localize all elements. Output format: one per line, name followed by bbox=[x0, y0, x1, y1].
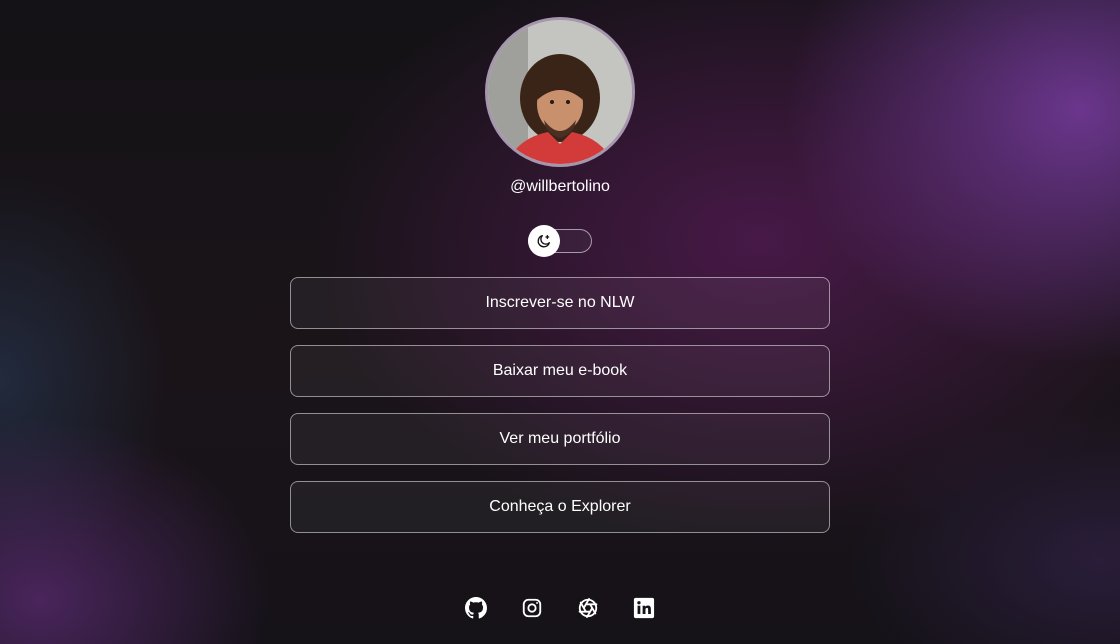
list-item: Conheça o Explorer bbox=[290, 481, 830, 533]
link-button-portfolio[interactable]: Ver meu portfólio bbox=[290, 413, 830, 465]
linkedin-link[interactable] bbox=[632, 596, 656, 620]
link-button-ebook[interactable]: Baixar meu e-book bbox=[290, 345, 830, 397]
social-links bbox=[0, 596, 1120, 620]
link-button-explorer[interactable]: Conheça o Explorer bbox=[290, 481, 830, 533]
moon-stars-icon bbox=[537, 235, 550, 248]
username: @willbertolino bbox=[510, 178, 610, 195]
list-item: Baixar meu e-book bbox=[290, 345, 830, 397]
github-icon bbox=[465, 597, 487, 619]
aperture-link[interactable] bbox=[576, 596, 600, 620]
linkedin-icon bbox=[633, 597, 655, 619]
instagram-link[interactable] bbox=[520, 596, 544, 620]
list-item: Inscrever-se no NLW bbox=[290, 277, 830, 329]
theme-switch-knob[interactable] bbox=[528, 225, 560, 257]
links-list: Inscrever-se no NLW Baixar meu e-book Ve… bbox=[290, 277, 830, 549]
avatar bbox=[485, 17, 635, 167]
theme-switch[interactable] bbox=[528, 225, 592, 257]
list-item: Ver meu portfólio bbox=[290, 413, 830, 465]
aperture-icon bbox=[578, 598, 598, 618]
github-link[interactable] bbox=[464, 596, 488, 620]
instagram-icon bbox=[522, 598, 542, 618]
link-button-nlw[interactable]: Inscrever-se no NLW bbox=[290, 277, 830, 329]
profile-container: @willbertolino Inscrever-se no NLW Baixa… bbox=[290, 0, 830, 549]
avatar-photo bbox=[488, 20, 632, 164]
